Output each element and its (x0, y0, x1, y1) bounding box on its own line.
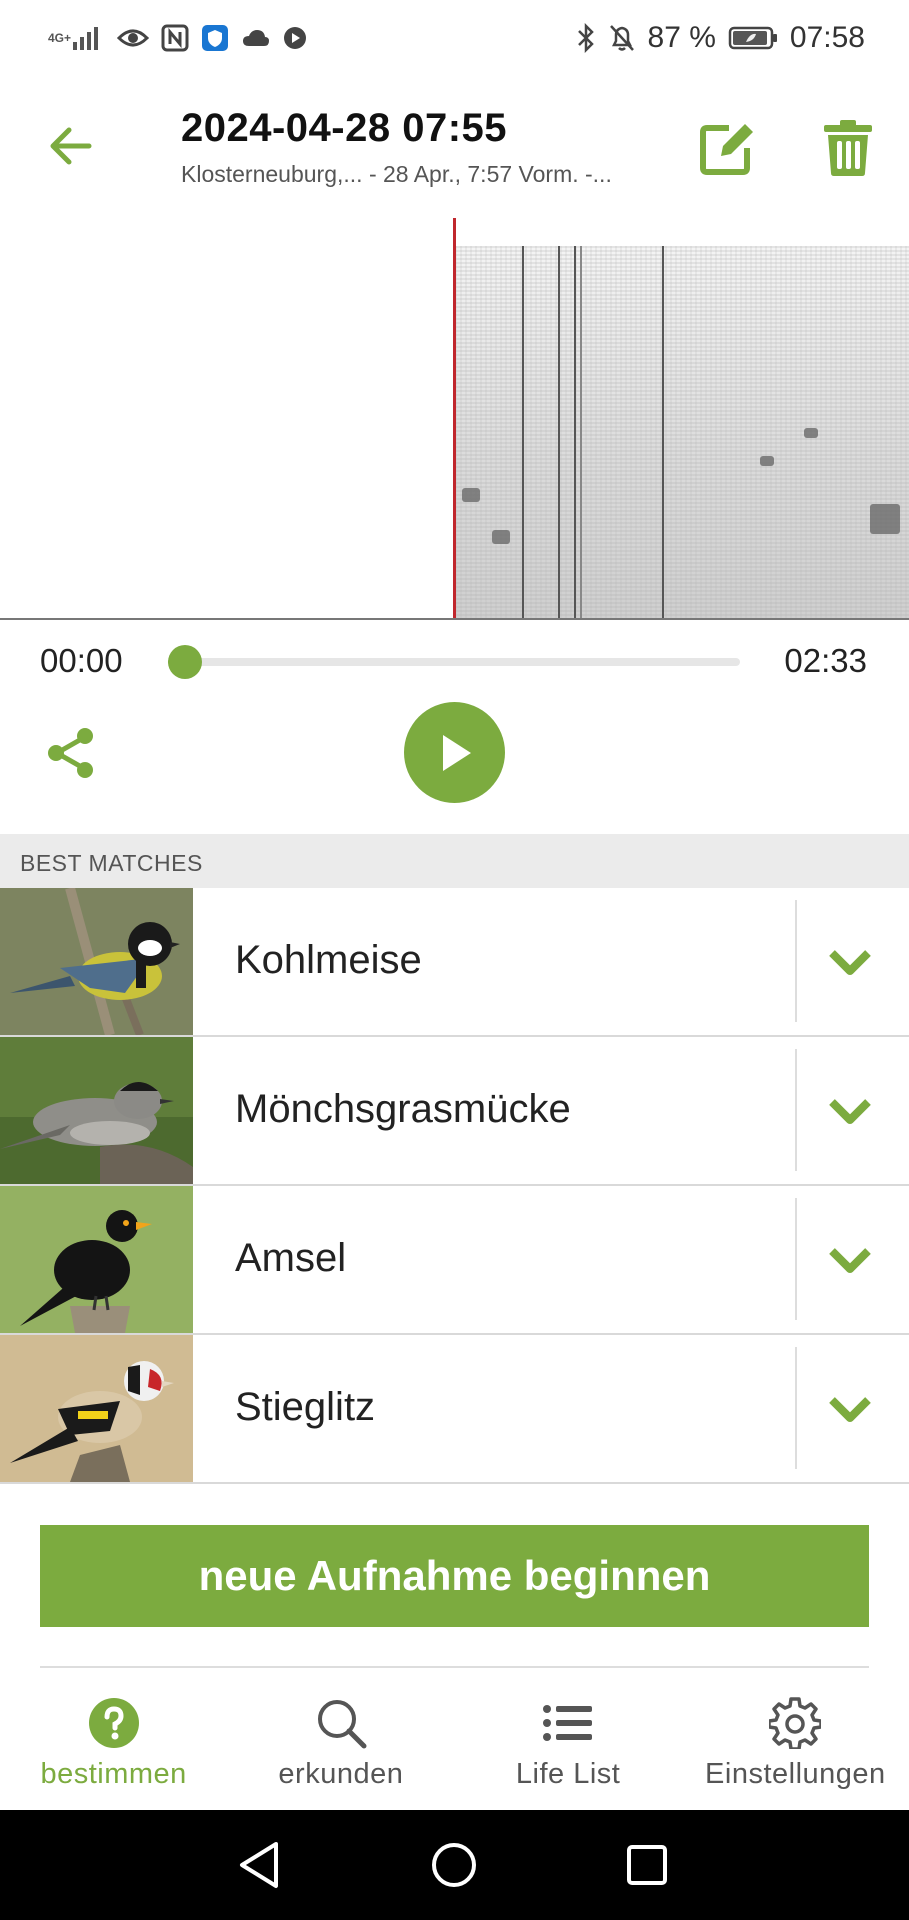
nav-label: erkunden (278, 1758, 404, 1790)
spectrogram-blip (804, 428, 818, 438)
matches-list: Kohlmeise Mönchsgrasmücke Amsel Stieglit… (0, 888, 909, 1484)
expand-button[interactable] (810, 1371, 890, 1447)
spectrogram-band (522, 246, 524, 618)
match-name: Stieglitz (235, 1385, 376, 1429)
spectrogram-band (558, 246, 560, 618)
bluetooth-icon (576, 23, 596, 53)
expand-button[interactable] (810, 924, 890, 1000)
best-matches-header: BEST MATCHES (0, 834, 909, 888)
battery-icon (728, 25, 778, 51)
progress-slider[interactable] (168, 645, 740, 679)
player-controls (0, 700, 909, 810)
divider (795, 1049, 797, 1171)
square-recents-icon (627, 1845, 667, 1885)
spectrogram-blip (870, 504, 900, 534)
spectrogram[interactable] (0, 218, 909, 620)
delete-button[interactable] (815, 116, 881, 180)
nav-label: Life List (515, 1758, 621, 1790)
chevron-down-icon (829, 1248, 871, 1273)
nfc-icon (161, 24, 189, 52)
spectrogram-blip (462, 488, 480, 502)
divider (40, 1666, 869, 1668)
divider (795, 1198, 797, 1320)
back-button[interactable] (40, 118, 100, 174)
spectrogram-band (662, 246, 664, 618)
battery-percent: 87 % (647, 21, 716, 54)
nav-label: bestimmen (40, 1758, 187, 1790)
share-icon (48, 728, 93, 778)
nav-item-erkunden[interactable]: erkunden (227, 1670, 454, 1810)
help-circle-icon (87, 1696, 141, 1750)
bird-photo (0, 1037, 193, 1184)
eye-icon (117, 26, 150, 50)
network-type: 4G+ (48, 31, 72, 45)
current-time: 00:00 (40, 642, 123, 679)
nav-item-bestimmen[interactable]: bestimmen (0, 1670, 227, 1810)
chevron-down-icon (829, 1397, 871, 1422)
recording-subtitle: Klosterneuburg,... - 28 Apr., 7:57 Vorm.… (181, 161, 612, 187)
chevron-down-icon (829, 950, 871, 975)
progress-thumb[interactable] (168, 645, 203, 679)
circle-home-icon (432, 1843, 476, 1887)
bird-photo (0, 1335, 193, 1482)
status-left: 4G+ (48, 24, 307, 52)
match-row-moenchsgrasmuecke[interactable]: Mönchsgrasmücke (0, 1037, 909, 1186)
recording-title: 2024-04-28 07:55 (181, 106, 508, 150)
trash-icon (824, 120, 872, 176)
new-recording-button[interactable]: neue Aufnahme beginnen (40, 1525, 869, 1627)
system-home-button[interactable] (426, 1837, 482, 1893)
total-time: 02:33 (784, 642, 867, 679)
bird-photo (0, 888, 193, 1035)
system-back-button[interactable] (232, 1837, 288, 1893)
nav-item-life-list[interactable]: Life List (455, 1670, 682, 1810)
expand-button[interactable] (810, 1073, 890, 1149)
expand-button[interactable] (810, 1222, 890, 1298)
match-name: Kohlmeise (235, 938, 422, 982)
match-row-stieglitz[interactable]: Stieglitz (0, 1335, 909, 1484)
spectrogram-blip (760, 456, 774, 466)
system-recents-button[interactable] (619, 1837, 675, 1893)
cloud-icon (241, 28, 271, 48)
chevron-down-icon (829, 1099, 871, 1124)
bird-photo (0, 1186, 193, 1333)
match-name: Mönchsgrasmücke (235, 1087, 571, 1131)
bottom-navigation: bestimmen erkunden Life List Einstellung… (0, 1670, 909, 1810)
playback-progress-row: 00:00 02:33 (0, 636, 909, 686)
bell-off-icon (608, 23, 636, 53)
triangle-back-icon (240, 1842, 278, 1888)
play-icon (442, 734, 471, 771)
share-button[interactable] (40, 722, 102, 784)
play-circle-icon (283, 26, 307, 50)
play-button[interactable] (404, 702, 505, 803)
match-row-kohlmeise[interactable]: Kohlmeise (0, 888, 909, 1037)
spectrogram-band (574, 246, 576, 618)
spectrogram-blip (492, 530, 510, 544)
search-icon (314, 1696, 368, 1750)
divider (795, 1347, 797, 1469)
recording-header: 2024-04-28 07:55 Klosterneuburg,... - 28… (0, 96, 909, 196)
edit-button[interactable] (694, 116, 762, 180)
match-name: Amsel (235, 1236, 347, 1280)
signal-icon: 4G+ (48, 24, 105, 52)
status-bar: 4G+ 87 % 07:58 (0, 0, 909, 76)
shield-icon (201, 24, 229, 52)
status-right: 87 % 07:58 (576, 21, 865, 55)
match-row-amsel[interactable]: Amsel (0, 1186, 909, 1335)
nav-label: Einstellungen (705, 1758, 886, 1790)
clock: 07:58 (789, 21, 865, 54)
arrow-left-icon (50, 127, 92, 165)
playhead[interactable] (453, 218, 456, 618)
system-navigation-bar (0, 1810, 909, 1920)
edit-icon (700, 124, 753, 175)
divider (795, 900, 797, 1022)
list-icon (541, 1696, 595, 1750)
spectrogram-band (580, 246, 582, 618)
nav-item-einstellungen[interactable]: Einstellungen (682, 1670, 909, 1810)
gear-icon (768, 1696, 822, 1750)
